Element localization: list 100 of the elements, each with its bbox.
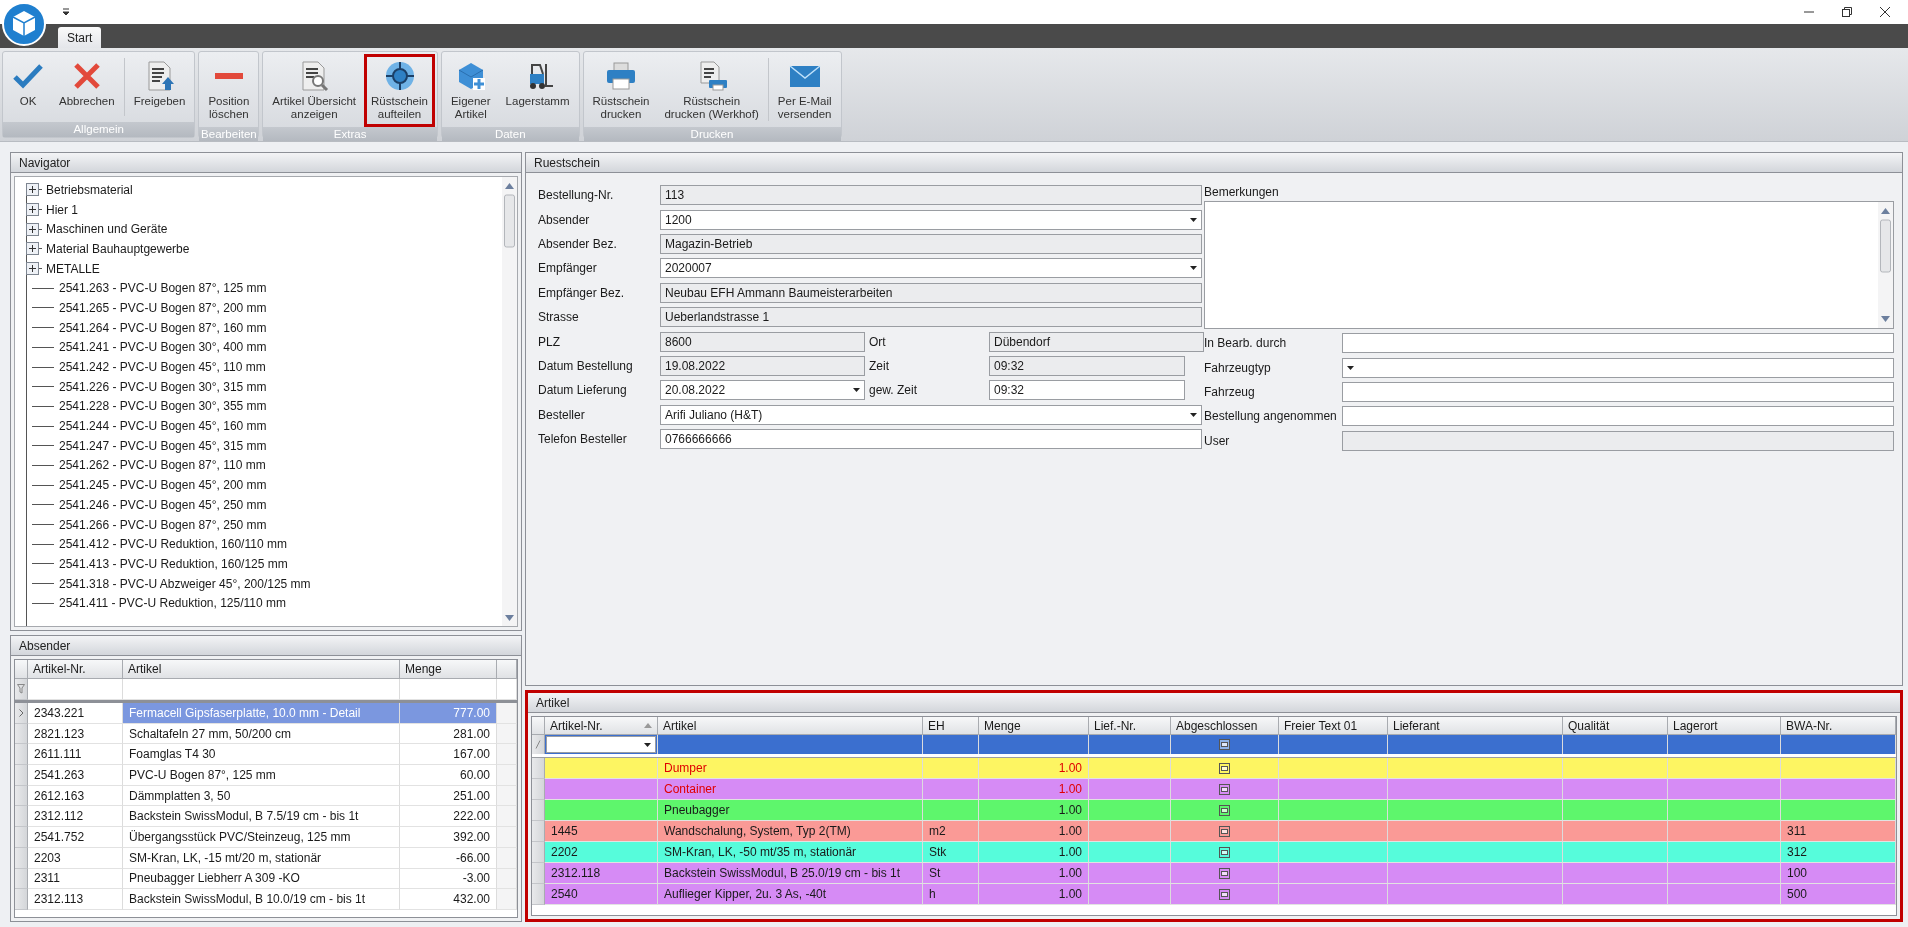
column-header[interactable]: Freier Text 01: [1279, 717, 1388, 735]
table-cell: Pneubagger Liebherr A 309 -KO: [123, 868, 400, 890]
table-row[interactable]: 2312.112 Backstein SwissModul, B 7.5/19 cm - bis 1t 222.00: [15, 806, 517, 828]
tree-item[interactable]: 2541.411 - PVC-U Reduktion, 125/110 mm: [59, 596, 286, 611]
column-header[interactable]: Menge: [979, 717, 1089, 735]
ribbon-button[interactable]: Lagerstamm: [498, 54, 577, 127]
table-cell: 2540: [545, 884, 658, 905]
tree-item[interactable]: 2541.226 - PVC-U Bogen 30°, 315 mm: [59, 379, 267, 394]
ribbon-button[interactable]: Position löschen: [201, 54, 257, 127]
table-cell: Foamglas T4 30: [123, 744, 400, 766]
group-label: Daten: [441, 127, 579, 141]
field-label: User: [1204, 433, 1231, 448]
text-field[interactable]: Ueberlandstrasse 1: [660, 307, 1202, 328]
table-row[interactable]: 2312.118 Backstein SwissModul, B 25.0/19 cm - bis 1t St 1.00 100: [532, 863, 1896, 884]
tree-item[interactable]: Betriebsmaterial: [46, 182, 133, 197]
column-header[interactable]: Abgeschlossen: [1171, 717, 1279, 735]
column-header[interactable]: Lagerort: [1668, 717, 1781, 735]
ribbon-button[interactable]: Artikel Übersicht anzeigen: [265, 54, 364, 127]
table-cell: PVC-U Bogen 87°, 125 mm: [123, 765, 400, 786]
text-field[interactable]: 113: [660, 185, 1202, 206]
ribbon-tab[interactable]: Start: [58, 27, 102, 48]
table-cell: Fermacell Gipsfaserplatte, 10.0 mm - Detail: [123, 703, 400, 724]
tree-item[interactable]: 2541.241 - PVC-U Bogen 30°, 400 mm: [59, 340, 267, 355]
tree-item[interactable]: Maschinen und Geräte: [46, 222, 168, 237]
table-row[interactable]: 2343.221 Fermacell Gipsfaserplatte, 10.0 mm - Detail 777.00: [15, 703, 517, 724]
table-row[interactable]: 2312.113 Backstein SwissModul, B 10.0/19 cm - bis 1t 432.00: [15, 889, 517, 910]
text-field[interactable]: 8600: [660, 331, 865, 352]
table-row[interactable]: 2202 SM-Kran, LK, -50 mt/35 m, stationär Stk 1.00 312: [532, 842, 1896, 863]
dropdown-field[interactable]: 20.08.2022: [660, 380, 865, 401]
table-row[interactable]: 2541.752 Übergangsstück PVC/Steinzeug, 125 mm 392.00: [15, 827, 517, 848]
column-header[interactable]: Artikel: [123, 660, 400, 679]
tree-item[interactable]: METALLE: [46, 261, 100, 276]
table-row[interactable]: 2612.163 Dämmplatten 3, 50 251.00: [15, 785, 517, 807]
column-header[interactable]: Lief.-Nr.: [1089, 717, 1171, 735]
tree-item[interactable]: 2541.265 - PVC-U Bogen 87°, 200 mm: [59, 300, 267, 315]
table-cell: SM-Kran, LK, -15 mt/20 m, stationär: [123, 847, 400, 869]
table-row[interactable]: Pneubagger 1.00: [532, 800, 1896, 821]
field-label: In Bearb. durch: [1204, 336, 1288, 351]
tree-item[interactable]: 2541.318 - PVC-U Abzweiger 45°, 200/125 mm: [59, 576, 311, 591]
text-field[interactable]: Magazin-Betrieb: [660, 233, 1202, 254]
column-header[interactable]: EH: [923, 717, 979, 735]
table-cell: 2311: [28, 868, 123, 890]
tree-item[interactable]: Hier 1: [46, 202, 78, 217]
column-header[interactable]: BWA-Nr.: [1781, 717, 1896, 735]
ribbon-button[interactable]: Freigeben: [126, 54, 193, 122]
text-field[interactable]: 19.08.2022: [660, 355, 865, 376]
ribbon-button[interactable]: Rüstschein drucken (Werkhof): [657, 54, 766, 127]
tree-item[interactable]: 2541.245 - PVC-U Bogen 45°, 200 mm: [59, 478, 267, 493]
tree-item[interactable]: 2541.228 - PVC-U Bogen 30°, 355 mm: [59, 399, 267, 414]
column-header[interactable]: Artikel-Nr.: [545, 717, 658, 735]
table-row[interactable]: 1445 Wandschalung, System, Typ 2(TM) m2 1.00 311: [532, 821, 1896, 842]
text-field[interactable]: 09:32: [989, 380, 1185, 401]
table-row[interactable]: 2203 SM-Kran, LK, -15 mt/20 m, stationär -66.00: [15, 847, 517, 869]
table-row[interactable]: 2611.111 Foamglas T4 30 167.00: [15, 744, 517, 766]
table-row[interactable]: 2540 Auflieger Kipper, 2u. 3 As, -40t h 1.00 500: [532, 884, 1896, 905]
ribbon-button[interactable]: Per E-Mail versenden: [770, 54, 839, 127]
tree-item[interactable]: 2541.264 - PVC-U Bogen 87°, 160 mm: [59, 320, 267, 335]
table-cell: 2821.123: [28, 723, 123, 745]
ribbon-button[interactable]: Eigener Artikel: [443, 54, 498, 127]
tree-item[interactable]: 2541.246 - PVC-U Bogen 45°, 250 mm: [59, 497, 267, 512]
text-field[interactable]: 09:32: [989, 355, 1185, 376]
ribbon-button[interactable]: Abbrechen: [52, 54, 122, 122]
tree-item[interactable]: 2541.247 - PVC-U Bogen 45°, 315 mm: [59, 438, 267, 453]
ribbon-button[interactable]: Rüstschein drucken: [585, 54, 657, 127]
tree-item[interactable]: 2541.263 - PVC-U Bogen 87°, 125 mm: [59, 281, 267, 296]
field-label: Bemerkungen: [1204, 184, 1280, 201]
dropdown-field[interactable]: Arifi Juliano (H&T): [660, 404, 1202, 425]
table-row[interactable]: 2541.263 PVC-U Bogen 87°, 125 mm 60.00: [15, 765, 517, 786]
dropdown-field[interactable]: 2020007: [660, 258, 1202, 279]
text-field[interactable]: Neubau EFH Ammann Baumeisterarbeiten: [660, 282, 1202, 303]
field-label: Ort: [869, 334, 887, 349]
dropdown-field[interactable]: 1200: [660, 209, 1202, 230]
table-row[interactable]: 2311 Pneubagger Liebherr A 309 -KO -3.00: [15, 868, 517, 890]
column-header[interactable]: Menge: [400, 660, 497, 679]
field-label: Datum Lieferung: [538, 383, 628, 398]
field-label: Absender Bez.: [538, 236, 618, 251]
table-cell: 2312.112: [28, 806, 123, 828]
tree-item[interactable]: 2541.244 - PVC-U Bogen 45°, 160 mm: [59, 419, 267, 434]
column-header[interactable]: Lieferant: [1388, 717, 1563, 735]
tree-item[interactable]: 2541.412 - PVC-U Reduktion, 160/110 mm: [59, 537, 287, 552]
table-cell: Backstein SwissModul, B 7.5/19 cm - bis 1t: [123, 806, 400, 828]
group-label: Drucken: [583, 127, 841, 141]
tree-item[interactable]: 2541.262 - PVC-U Bogen 87°, 110 mm: [59, 458, 266, 473]
table-cell: 2541.752: [28, 827, 123, 848]
ribbon-button[interactable]: OK: [5, 54, 51, 122]
tree-item[interactable]: 2541.413 - PVC-U Reduktion, 160/125 mm: [59, 556, 288, 571]
column-header[interactable]: Artikel-Nr.: [28, 660, 123, 679]
field-label: Bestellung-Nr.: [538, 188, 615, 203]
column-header[interactable]: Artikel: [658, 717, 923, 735]
table-cell: 500: [1781, 884, 1896, 905]
tree-item[interactable]: 2541.266 - PVC-U Bogen 87°, 250 mm: [59, 517, 267, 532]
tree-item[interactable]: 2541.242 - PVC-U Bogen 45°, 110 mm: [59, 360, 266, 375]
tree-item[interactable]: Material Bauhauptgewerbe: [46, 241, 190, 256]
text-field[interactable]: 0766666666: [660, 429, 1202, 450]
table-row[interactable]: Dumper 1.00: [532, 758, 1896, 779]
text-field[interactable]: Dübendorf: [989, 331, 1204, 352]
field-label: Empfänger Bez.: [538, 285, 626, 300]
field-label: Telefon Besteller: [538, 432, 628, 447]
table-row[interactable]: 2821.123 Schaltafeln 27 mm, 50/200 cm 281.00: [15, 723, 517, 745]
column-header[interactable]: Qualität: [1563, 717, 1668, 735]
